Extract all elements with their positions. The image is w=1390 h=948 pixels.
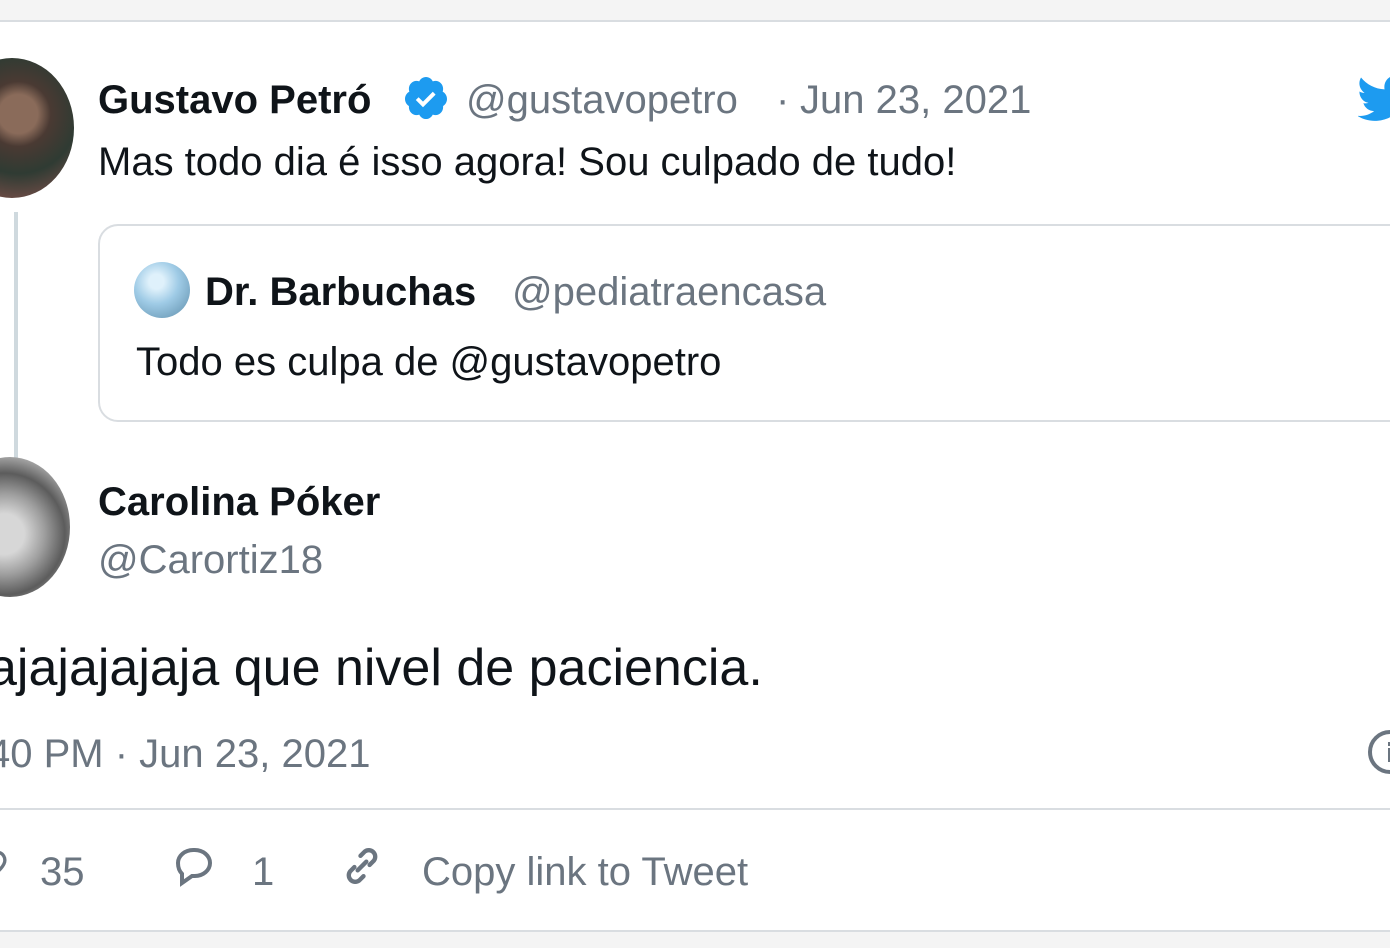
heart-icon[interactable] — [0, 844, 8, 884]
tweet-date[interactable]: Jun 23, 2021 — [800, 78, 1031, 123]
reply-timestamp[interactable]: 40 PM · Jun 23, 2021 — [0, 732, 370, 777]
thread-connector — [14, 212, 18, 467]
reply-text: ajajajajaja que nivel de paciencia. — [0, 639, 763, 697]
link-icon[interactable] — [336, 840, 388, 892]
copy-link-button[interactable]: Copy link to Tweet — [422, 850, 748, 895]
reply-author-avatar[interactable] — [0, 457, 70, 597]
meta-separator: · — [776, 78, 790, 122]
quoted-tweet-text: Todo es culpa de @gustavopetro — [136, 340, 722, 384]
tweet-card: Gustavo Petró @gustavopetro · Jun 23, 20… — [0, 20, 1390, 932]
quoted-author-avatar[interactable] — [134, 262, 190, 318]
author-handle[interactable]: @gustavopetro — [466, 78, 738, 123]
replies-count[interactable]: 1 — [252, 850, 274, 895]
reply-author-handle[interactable]: @Carortiz18 — [98, 538, 323, 583]
tweet-text: Mas todo dia é isso agora! Sou culpado d… — [98, 140, 957, 184]
reply-bubble-icon[interactable] — [168, 842, 220, 890]
quoted-author-name[interactable]: Dr. Barbuchas — [205, 270, 476, 315]
quoted-tweet[interactable] — [98, 224, 1390, 422]
likes-count[interactable]: 35 — [40, 850, 85, 895]
divider — [0, 808, 1390, 810]
info-icon[interactable] — [1366, 728, 1390, 776]
reply-author-name[interactable]: Carolina Póker — [98, 480, 380, 525]
verified-badge-icon — [405, 77, 447, 119]
author-name[interactable]: Gustavo Petró — [98, 78, 371, 123]
author-avatar[interactable] — [0, 58, 74, 198]
quoted-author-handle[interactable]: @pediatraencasa — [512, 270, 826, 315]
tweet-screenshot: Gustavo Petró @gustavopetro · Jun 23, 20… — [0, 0, 1390, 948]
twitter-bird-icon[interactable] — [1358, 70, 1390, 126]
